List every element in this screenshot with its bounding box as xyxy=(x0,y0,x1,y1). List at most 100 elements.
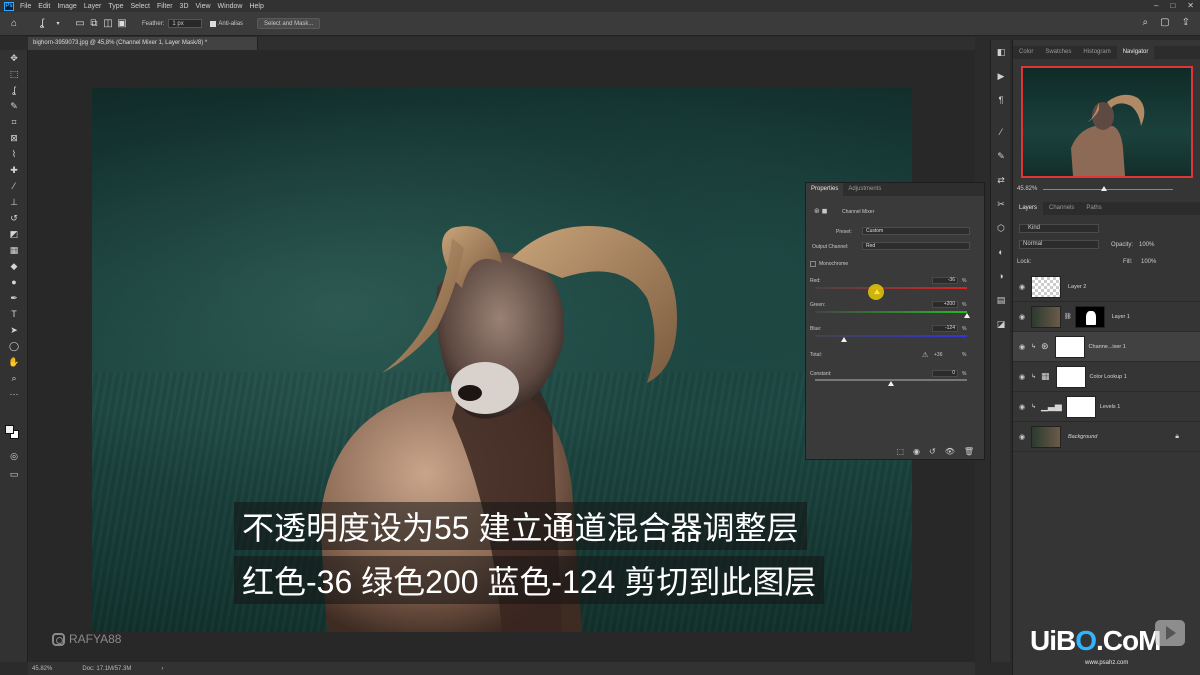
layer-row-color-lookup-1[interactable]: ◉ ↳ ▦ Color Lookup 1 xyxy=(1013,362,1200,392)
menu-window[interactable]: Window xyxy=(218,3,243,10)
maximize-icon[interactable]: □ xyxy=(1170,1,1175,10)
menu-filter[interactable]: Filter xyxy=(157,3,173,10)
search-icon[interactable]: ⌕ xyxy=(1143,17,1149,28)
menu-help[interactable]: Help xyxy=(249,3,263,10)
tab-color[interactable]: Color xyxy=(1013,46,1039,59)
dodge-tool-icon[interactable]: ● xyxy=(0,274,28,290)
quick-mask-icon[interactable]: ◎ xyxy=(0,448,28,464)
eye-icon[interactable]: ◉ xyxy=(1013,313,1031,321)
lasso-tool-icon[interactable]: ʆ xyxy=(36,18,48,30)
lasso-tool-icon[interactable]: ʆ xyxy=(0,82,28,98)
tab-layers[interactable]: Layers xyxy=(1013,202,1044,215)
select-and-mask-button[interactable]: Select and Mask... xyxy=(257,18,321,29)
menu-file[interactable]: File xyxy=(20,3,31,10)
paragraph-icon[interactable]: ¶ xyxy=(991,88,1011,112)
menu-view[interactable]: View xyxy=(196,3,211,10)
view-previous-icon[interactable]: ◉ xyxy=(913,447,920,456)
eye-icon[interactable]: ◉ xyxy=(1013,283,1031,291)
foreground-color-swatch[interactable] xyxy=(5,425,14,434)
healing-tool-icon[interactable]: ✚ xyxy=(0,162,28,178)
red-value-input[interactable]: -36 xyxy=(932,277,958,284)
red-slider-track[interactable] xyxy=(815,287,967,289)
tab-channels[interactable]: Channels xyxy=(1043,202,1080,215)
type-tool-icon[interactable]: T xyxy=(0,306,28,322)
clone-source-icon[interactable]: ⇄ xyxy=(991,168,1011,192)
menu-select[interactable]: Select xyxy=(131,3,150,10)
eye-icon[interactable]: ◉ xyxy=(1013,433,1031,441)
crop-tool-icon[interactable]: ⌗ xyxy=(0,114,28,130)
frame-tool-icon[interactable]: ⊠ xyxy=(0,130,28,146)
3d-icon[interactable]: ⬡ xyxy=(991,216,1011,240)
actions-play-icon[interactable]: ▶ xyxy=(991,64,1011,88)
document-canvas-image[interactable] xyxy=(92,88,912,632)
clip-to-layer-icon[interactable]: ⬚ xyxy=(896,447,904,456)
adjustments-icon[interactable]: ◐ xyxy=(991,240,1011,264)
history-icon[interactable]: ◧ xyxy=(991,40,1011,64)
constant-value-input[interactable]: 0 xyxy=(932,370,958,377)
home-icon[interactable]: ⌂ xyxy=(8,18,20,30)
preset-select[interactable]: Custom xyxy=(862,227,970,235)
share-icon[interactable]: ⇪ xyxy=(1182,17,1190,28)
pen-tool-icon[interactable]: ✒ xyxy=(0,290,28,306)
path-select-tool-icon[interactable]: ➤ xyxy=(0,322,28,338)
navigator-thumbnail[interactable] xyxy=(1021,66,1193,178)
chevron-down-icon[interactable]: ▾ xyxy=(52,18,64,30)
history-brush-icon[interactable]: ↺ xyxy=(0,210,28,226)
minimize-icon[interactable]: – xyxy=(1154,1,1158,10)
libraries-icon[interactable]: ▤ xyxy=(991,288,1011,312)
opacity-value[interactable]: 100% xyxy=(1139,242,1154,248)
play-button-icon[interactable] xyxy=(1155,620,1185,646)
blue-slider-track[interactable] xyxy=(815,335,967,337)
tab-paths[interactable]: Paths xyxy=(1080,202,1107,215)
marquee-tool-icon[interactable]: ⬚ xyxy=(0,66,28,82)
brush-settings-icon[interactable]: ⁄ xyxy=(991,120,1011,144)
close-icon[interactable]: ✕ xyxy=(1187,1,1194,10)
layer-mask-thumbnail[interactable] xyxy=(1065,395,1096,418)
menu-edit[interactable]: Edit xyxy=(38,3,50,10)
quick-select-tool-icon[interactable]: ✎ xyxy=(0,98,28,114)
add-selection-icon[interactable]: ⧉ xyxy=(88,18,100,30)
layer-row-background[interactable]: ◉ Background 🔒︎ xyxy=(1013,422,1200,452)
zoom-tool-icon[interactable]: ⌕ xyxy=(0,370,28,386)
more-tools-icon[interactable]: ··· xyxy=(0,386,28,402)
menu-image[interactable]: Image xyxy=(57,3,76,10)
new-selection-icon[interactable]: ▭ xyxy=(74,18,86,30)
hand-tool-icon[interactable]: ✋ xyxy=(0,354,28,370)
brush-tool-icon[interactable]: ⁄ xyxy=(0,178,28,194)
layer-mask-thumbnail[interactable] xyxy=(1074,305,1105,328)
styles-icon[interactable]: ◑ xyxy=(991,264,1011,288)
screen-mode-icon[interactable]: ▭ xyxy=(0,466,28,482)
blue-slider-handle[interactable] xyxy=(840,337,847,342)
menu-type[interactable]: Type xyxy=(108,3,123,10)
tool-presets-icon[interactable]: ✂ xyxy=(991,192,1011,216)
lock-icon[interactable]: 🔒︎ xyxy=(1175,433,1179,441)
blue-value-input[interactable]: -124 xyxy=(932,325,958,332)
output-channel-select[interactable]: Red xyxy=(862,242,970,250)
tab-adjustments[interactable]: Adjustments xyxy=(843,183,886,196)
feather-input[interactable]: 1 px xyxy=(168,19,203,28)
document-tab[interactable]: bighorn-3959073.jpg @ 45,8% (Channel Mix… xyxy=(28,37,258,50)
navigator-slider-handle[interactable] xyxy=(1101,186,1107,191)
layer-mask-thumbnail[interactable] xyxy=(1055,365,1086,388)
eraser-tool-icon[interactable]: ◩ xyxy=(0,226,28,242)
subtract-selection-icon[interactable]: ◫ xyxy=(102,18,114,30)
chevron-right-icon[interactable]: › xyxy=(161,666,163,672)
fill-value[interactable]: 100% xyxy=(1141,259,1156,265)
layer-row-layer-2[interactable]: ◉ Layer 2 xyxy=(1013,272,1200,302)
layer-filter-select[interactable]: Kind xyxy=(1019,224,1099,233)
stamp-tool-icon[interactable]: ⊥ xyxy=(0,194,28,210)
visibility-icon[interactable]: 👁︎ xyxy=(945,447,955,456)
tab-navigator[interactable]: Navigator xyxy=(1116,46,1155,59)
eye-icon[interactable]: ◉ xyxy=(1013,343,1031,351)
eyedropper-tool-icon[interactable]: ⌇ xyxy=(0,146,28,162)
green-slider-handle[interactable] xyxy=(964,313,970,318)
menu-layer[interactable]: Layer xyxy=(84,3,102,10)
antialias-checkbox[interactable]: Anti-alias xyxy=(210,20,243,27)
navigator-zoom-value[interactable]: 45.82% xyxy=(1017,186,1037,192)
tab-swatches[interactable]: Swatches xyxy=(1039,46,1077,59)
eye-icon[interactable]: ◉ xyxy=(1013,373,1031,381)
navigator-zoom-slider[interactable] xyxy=(1043,189,1173,190)
move-tool-icon[interactable]: ✥ xyxy=(0,50,28,66)
blend-mode-select[interactable]: Normal xyxy=(1019,240,1099,249)
layer-row-levels-1[interactable]: ◉ ↳ ▁▃▅ Levels 1 xyxy=(1013,392,1200,422)
